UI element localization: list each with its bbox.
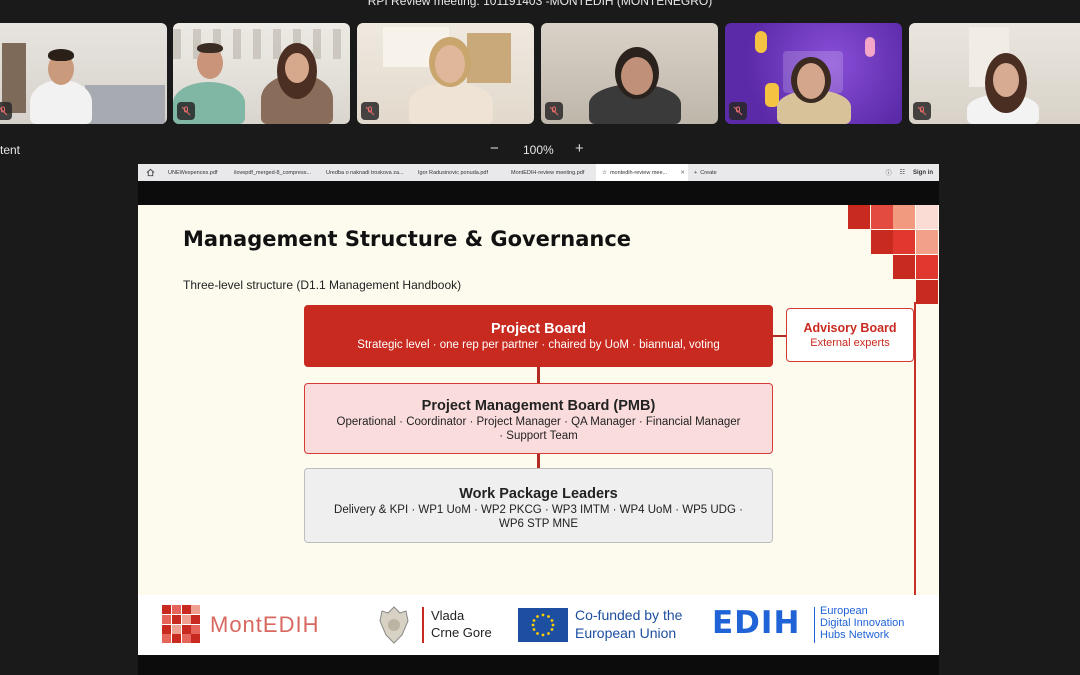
montenegro-coat-of-arms-icon: [379, 606, 409, 644]
meeting-window: RPI Review meeting: 101191403 -MONTEDIH …: [0, 0, 1080, 675]
decor-square: [916, 205, 938, 229]
decor-square: [871, 205, 893, 229]
wp-leaders-desc-line2: WP6 STP MNE: [498, 518, 579, 530]
tab-unewexpences[interactable]: UNEWexpences.pdf: [138, 164, 228, 181]
tab-igor-ponuda[interactable]: Igor Radusinovic ponuda.pdf: [412, 164, 505, 181]
edih-line1: European: [820, 605, 868, 617]
montedih-logo-text: MontEDIH: [210, 612, 320, 637]
wp-leaders-box: Work Package Leaders Delivery & KPI · WP…: [304, 468, 773, 543]
star-icon: ☆: [602, 169, 607, 176]
advisory-board-desc: External experts: [810, 337, 890, 349]
connector-pb-pmb: [537, 367, 540, 383]
zoom-out-button[interactable]: −: [490, 140, 499, 157]
edih-line2: Digital Innovation: [820, 617, 905, 629]
vlada-divider: [422, 607, 424, 643]
shared-screen: UNEWexpences.pdf ilovepdf_merged-8_compr…: [138, 164, 939, 675]
connector-pb-advisory: [773, 335, 786, 337]
browser-tab-bar: UNEWexpences.pdf ilovepdf_merged-8_compr…: [138, 164, 939, 181]
edih-logo-mark: EDIH: [712, 605, 801, 641]
extensions-icon[interactable]: ☷: [900, 169, 905, 176]
presentation-slide: Management Structure & Governance Three-…: [138, 205, 939, 655]
eu-cofunded-line1: Co-funded by the: [575, 607, 683, 623]
microphone-muted-icon: [913, 102, 931, 120]
tab-uredba[interactable]: Uredba o naknadi troskova za...: [320, 164, 412, 181]
decor-square: [848, 205, 870, 229]
participant-tile-3[interactable]: [357, 23, 534, 124]
zoom-level: 100%: [523, 143, 554, 157]
close-tab-icon[interactable]: ✕: [680, 170, 685, 176]
eu-flag-icon: [518, 608, 568, 642]
tab-montedih-review-pdf[interactable]: MontEDIH-review meeting.pdf: [505, 164, 596, 181]
meeting-title: RPI Review meeting: 101191403 -MONTEDIH …: [367, 0, 713, 8]
edih-divider: [814, 607, 815, 643]
microphone-muted-icon: [545, 102, 563, 120]
pmb-title: Project Management Board (PMB): [421, 398, 656, 414]
tab-label: Create: [700, 169, 717, 176]
tab-label: UNEWexpences.pdf: [168, 169, 218, 176]
microphone-muted-icon: [0, 102, 12, 120]
decor-square: [893, 205, 915, 229]
vlada-line1: Vlada: [431, 608, 465, 623]
content-label: tent: [0, 143, 21, 157]
share-bottom-bar: [138, 655, 939, 675]
pmb-box: Project Management Board (PMB) Operation…: [304, 383, 773, 454]
decor-square: [916, 230, 938, 254]
advisory-board-box: Advisory Board External experts: [786, 308, 914, 362]
edih-line3: Hubs Network: [820, 629, 890, 641]
microphone-muted-icon: [177, 102, 195, 120]
participant-tile-6[interactable]: [909, 23, 1080, 124]
advisory-board-title: Advisory Board: [803, 321, 897, 335]
help-icon[interactable]: ⓘ: [886, 168, 892, 177]
slide-logos-footer: MontEDIH Vlada Crne Gore Co-funded by th…: [138, 595, 939, 655]
decor-square: [893, 230, 915, 254]
pmb-desc-line2: · Support Team: [499, 430, 578, 442]
slide-subtitle: Three-level structure (D1.1 Management H…: [183, 278, 462, 292]
project-board-desc: Strategic level · one rep per partner · …: [357, 339, 720, 351]
decor-square: [916, 255, 938, 279]
project-board-box: Project Board Strategic level · one rep …: [304, 305, 773, 367]
tab-label: Igor Radusinovic ponuda.pdf: [418, 169, 489, 176]
decor-square: [893, 255, 915, 279]
wp-leaders-title: Work Package Leaders: [459, 486, 618, 502]
tab-label: Uredba o naknadi troskova za...: [326, 169, 404, 176]
plus-icon: +: [694, 169, 698, 176]
tab-ilovepdf[interactable]: ilovepdf_merged-8_compress...: [228, 164, 320, 181]
microphone-muted-icon: [361, 102, 379, 120]
decor-square: [871, 230, 893, 254]
decor-square: [916, 280, 938, 304]
new-tab-button[interactable]: + Create: [688, 164, 728, 181]
zoom-in-button[interactable]: +: [575, 140, 584, 157]
eu-cofunded-line2: European Union: [575, 625, 677, 641]
pmb-desc-line1: Operational · Coordinator · Project Mana…: [336, 416, 741, 428]
tab-label: montedih-review mee...: [609, 169, 668, 176]
tab-montedih-review-active[interactable]: ☆ montedih-review mee... ✕: [596, 164, 688, 181]
project-board-title: Project Board: [490, 321, 587, 337]
sign-in-button[interactable]: Sign in: [913, 170, 933, 176]
participant-tile-1[interactable]: [0, 23, 167, 124]
connector-pmb-wp: [537, 454, 540, 468]
wp-leaders-desc-line1: Delivery & KPI · WP1 UoM · WP2 PKCG · WP…: [334, 504, 743, 516]
microphone-muted-icon: [729, 102, 747, 120]
vlada-line2: Crne Gore: [431, 625, 492, 640]
tab-label: MontEDIH-review meeting.pdf: [511, 169, 585, 176]
participant-tile-4[interactable]: [541, 23, 718, 124]
slide-title: Management Structure & Governance: [183, 227, 632, 251]
participant-tile-2[interactable]: [173, 23, 350, 124]
slide-border-right: [914, 302, 916, 598]
montedih-logo-mark: [162, 605, 200, 643]
participant-tile-5[interactable]: [725, 23, 902, 124]
tab-label: ilovepdf_merged-8_compress...: [234, 169, 312, 176]
browser-toolbar-right: ⓘ ☷ Sign in: [886, 164, 933, 181]
